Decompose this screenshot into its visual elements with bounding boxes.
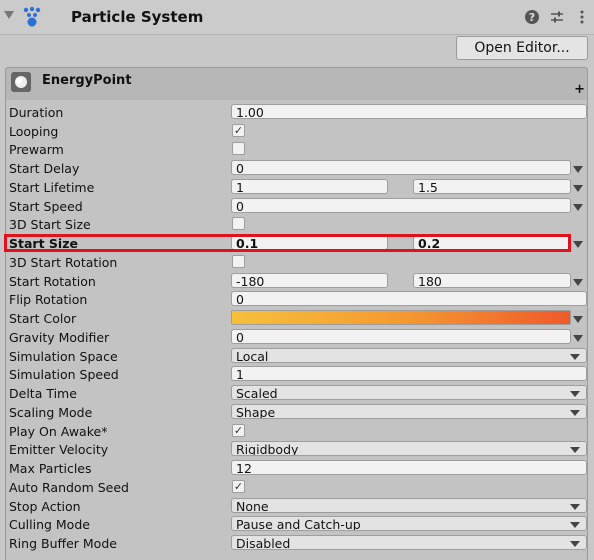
property-label: Start Delay <box>9 161 80 176</box>
value-field[interactable]: Disabled <box>231 535 587 550</box>
svg-text:?: ? <box>529 11 535 24</box>
property-label: Gravity Modifier <box>9 330 110 345</box>
start-color-swatch[interactable] <box>231 310 571 325</box>
property-label: Auto Random Seed <box>9 480 129 495</box>
property-row-auto-random-seed: Auto Random Seed ✓ <box>0 478 594 497</box>
module-title: EnergyPoint <box>42 73 132 88</box>
property-row-3d-start-size: 3D Start Size <box>0 215 594 234</box>
curve-mode-dropdown-icon[interactable] <box>573 279 583 286</box>
property-label: Duration <box>9 105 64 120</box>
property-row-scaling-mode: Scaling Mode Shape <box>0 403 594 422</box>
particle-system-icon <box>23 6 41 27</box>
max-value-field[interactable]: 1.5 <box>413 179 571 194</box>
value-field[interactable]: Shape <box>231 404 587 419</box>
property-row-gravity-modifier: Gravity Modifier 0 <box>0 328 594 347</box>
max-value-field[interactable]: 180 <box>413 273 571 288</box>
curve-mode-dropdown-icon[interactable] <box>573 185 583 192</box>
property-label: Culling Mode <box>9 517 90 532</box>
value-field[interactable]: 0 <box>231 291 587 306</box>
value-field[interactable]: Scaled <box>231 385 587 400</box>
property-row-start-rotation: Start Rotation -180 180 <box>0 272 594 291</box>
value-field[interactable]: None <box>231 498 587 513</box>
checkbox[interactable]: ✓ <box>232 424 245 437</box>
module-header[interactable]: EnergyPoint + <box>5 67 588 101</box>
curve-mode-dropdown-icon[interactable] <box>573 204 583 211</box>
curve-mode-dropdown-icon[interactable] <box>573 316 583 323</box>
property-row-duration: Duration 1.00 <box>0 103 594 122</box>
property-label: Play On Awake* <box>9 424 108 439</box>
property-label: Start Speed <box>9 199 83 214</box>
component-header: Particle System ? <box>0 0 594 35</box>
checkbox[interactable] <box>232 255 245 268</box>
value-field[interactable]: 0 <box>231 160 571 175</box>
property-row-play-on-awake: Play On Awake* ✓ <box>0 422 594 441</box>
min-value-field[interactable]: -180 <box>231 273 388 288</box>
value-field[interactable]: 1 <box>231 366 587 381</box>
property-row-start-color: Start Color <box>0 309 594 328</box>
help-icon[interactable]: ? <box>524 9 540 25</box>
value-field[interactable]: 0 <box>231 329 571 344</box>
property-row-culling-mode: Culling Mode Pause and Catch-up <box>0 515 594 534</box>
property-row-start-lifetime: Start Lifetime 1 1.5 <box>0 178 594 197</box>
open-editor-button[interactable]: Open Editor... <box>456 36 588 60</box>
value-field[interactable]: 1.00 <box>231 104 587 119</box>
checkbox[interactable] <box>232 142 245 155</box>
component-title: Particle System <box>71 8 204 26</box>
property-label: Simulation Speed <box>9 367 119 382</box>
value-field[interactable]: 0 <box>231 198 571 213</box>
curve-mode-dropdown-icon[interactable] <box>573 335 583 342</box>
value-field[interactable]: Local <box>231 348 587 363</box>
property-row-flip-rotation: Flip Rotation 0 <box>0 290 594 309</box>
property-row-simulation-speed: Simulation Speed 1 <box>0 365 594 384</box>
foldout-arrow-icon[interactable] <box>4 11 14 19</box>
property-row-emitter-velocity: Emitter Velocity Rigidbody <box>0 440 594 459</box>
property-label: Looping <box>9 124 59 139</box>
property-label: Flip Rotation <box>9 292 88 307</box>
property-label: Prewarm <box>9 142 64 157</box>
property-label: Start Rotation <box>9 274 96 289</box>
curve-mode-dropdown-icon[interactable] <box>573 241 583 248</box>
property-label: Stop Action <box>9 499 81 514</box>
property-label: Delta Time <box>9 386 77 401</box>
property-row-start-speed: Start Speed 0 <box>0 197 594 216</box>
property-label: Scaling Mode <box>9 405 93 420</box>
property-row-prewarm: Prewarm <box>0 140 594 159</box>
value-field[interactable]: Rigidbody <box>231 441 587 456</box>
property-row-start-delay: Start Delay 0 <box>0 159 594 178</box>
property-label: Start Lifetime <box>9 180 95 195</box>
curve-mode-dropdown-icon[interactable] <box>573 166 583 173</box>
property-row-simulation-space: Simulation Space Local <box>0 347 594 366</box>
checkbox[interactable]: ✓ <box>232 480 245 493</box>
checkbox[interactable]: ✓ <box>232 124 245 137</box>
module-icon <box>11 72 31 92</box>
property-label: Simulation Space <box>9 349 118 364</box>
more-options-icon[interactable] <box>574 9 590 25</box>
property-label: Max Particles <box>9 461 92 476</box>
property-row-delta-time: Delta Time Scaled <box>0 384 594 403</box>
value-field[interactable]: Pause and Catch-up <box>231 516 587 531</box>
property-row-stop-action: Stop Action None <box>0 497 594 516</box>
property-row-looping: Looping ✓ <box>0 122 594 141</box>
property-label: 3D Start Rotation <box>9 255 118 270</box>
property-label: Ring Buffer Mode <box>9 536 117 551</box>
property-label: Emitter Velocity <box>9 442 109 457</box>
min-value-field[interactable]: 1 <box>231 179 388 194</box>
property-row-ring-buffer-mode: Ring Buffer Mode Disabled <box>0 534 594 553</box>
presets-icon[interactable] <box>549 9 565 25</box>
checkbox[interactable] <box>232 217 245 230</box>
property-label: Start Color <box>9 311 77 326</box>
add-module-icon[interactable]: + <box>574 82 585 97</box>
property-row-max-particles: Max Particles 12 <box>0 459 594 478</box>
value-field[interactable]: 12 <box>231 460 587 475</box>
property-row-3d-start-rotation: 3D Start Rotation <box>0 253 594 272</box>
start-size-highlight <box>4 234 571 252</box>
property-label: 3D Start Size <box>9 217 91 232</box>
